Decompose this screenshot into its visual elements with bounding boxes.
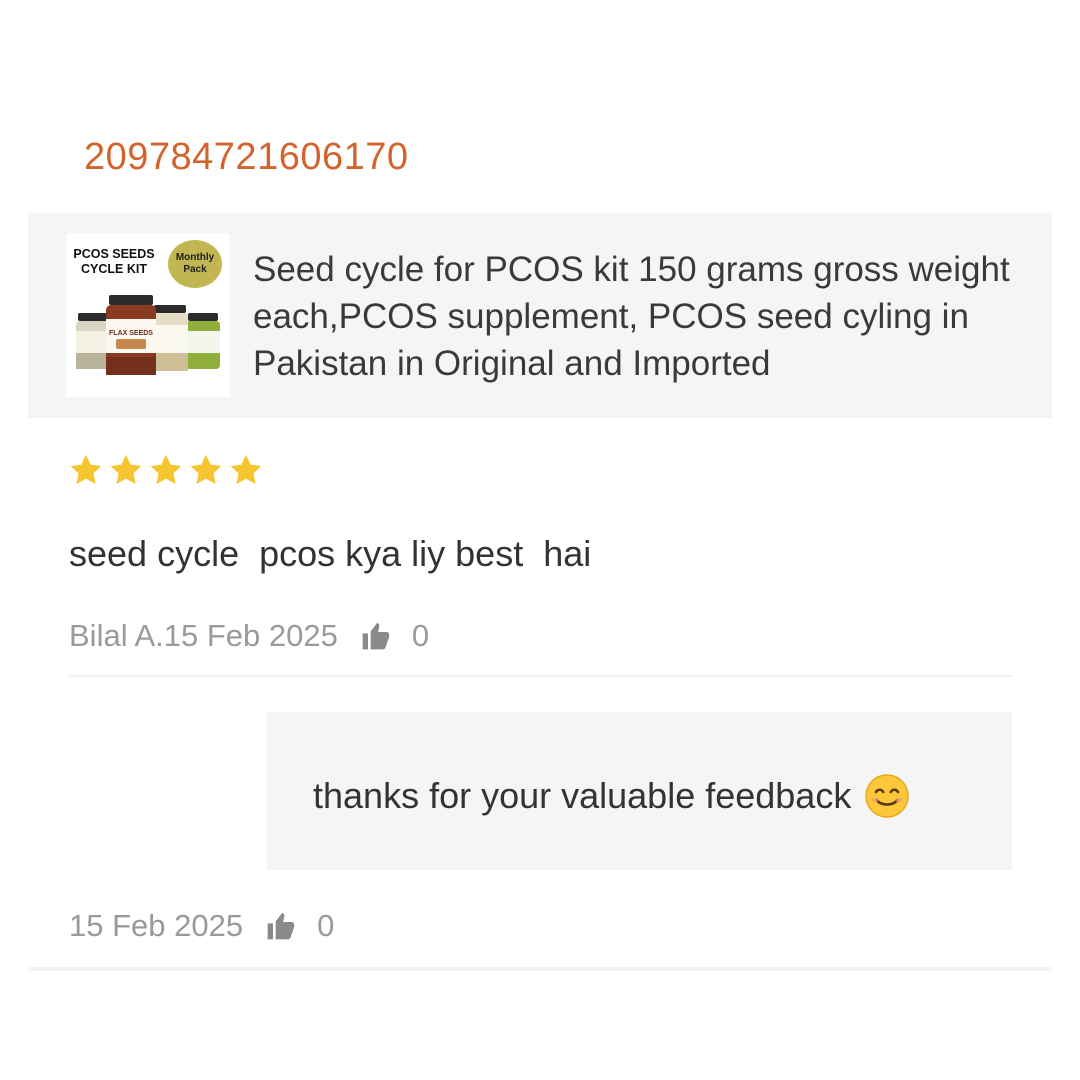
divider xyxy=(69,675,1012,677)
seller-reply-text: thanks for your valuable feedback xyxy=(313,775,852,816)
thumbs-up-icon[interactable] xyxy=(265,910,297,942)
reply-like-count: 0 xyxy=(317,908,335,943)
review-text: seed cycle pcos kya liy best hai xyxy=(69,533,592,574)
seller-reply-box: thanks for your valuable feedback xyxy=(267,712,1012,870)
star-icon xyxy=(110,454,142,484)
smiling-face-icon xyxy=(865,774,910,818)
seller-reply: thanks for your valuable feedback xyxy=(313,772,911,820)
star-icon xyxy=(190,454,222,484)
star-icon xyxy=(70,454,102,484)
review-like-count: 0 xyxy=(411,618,430,653)
star-icon xyxy=(150,454,182,484)
review-meta: Bilal A.15 Feb 2025 0 xyxy=(69,618,429,654)
thumbnail-badge: Monthly Pack xyxy=(168,240,222,288)
reply-meta: 15 Feb 2025 0 xyxy=(69,908,334,944)
seed-jars-image: FLAX SEEDS xyxy=(76,295,220,375)
thumbs-up-icon[interactable] xyxy=(360,620,392,652)
product-thumbnail[interactable]: PCOS SEEDS CYCLE KIT Monthly Pack FLAX S… xyxy=(66,233,230,397)
product-title[interactable]: Seed cycle for PCOS kit 150 grams gross … xyxy=(253,246,1033,387)
review-author-date: Bilal A.15 Feb 2025 xyxy=(69,618,338,653)
rating-stars xyxy=(68,452,264,488)
reply-date: 15 Feb 2025 xyxy=(69,908,244,943)
product-card[interactable]: PCOS SEEDS CYCLE KIT Monthly Pack FLAX S… xyxy=(28,213,1052,418)
thumbnail-title: PCOS SEEDS CYCLE KIT xyxy=(73,247,155,276)
star-icon xyxy=(230,454,262,484)
jar-label: FLAX SEEDS xyxy=(109,330,153,337)
order-id: 209784721606170 xyxy=(84,136,409,178)
bottom-divider xyxy=(28,967,1052,971)
